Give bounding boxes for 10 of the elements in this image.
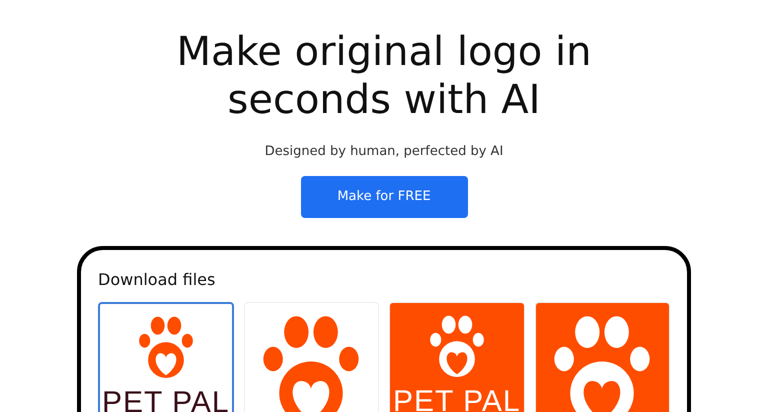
subtitle: Designed by human, perfected by AI bbox=[264, 143, 504, 161]
logo-wordmark: PET PAL bbox=[392, 384, 521, 412]
logo-wordmark: PET PAL bbox=[102, 386, 230, 412]
logo-option[interactable]: PET PAL bbox=[389, 302, 525, 412]
make-for-free-button[interactable]: Make for FREE bbox=[300, 176, 468, 218]
logo-option[interactable] bbox=[534, 302, 670, 412]
logo-option[interactable] bbox=[244, 302, 380, 412]
headline: Make original logo in seconds with AI bbox=[176, 28, 592, 124]
panel-title: Download files bbox=[98, 268, 216, 290]
logo-option[interactable]: PET PAL bbox=[98, 302, 234, 412]
